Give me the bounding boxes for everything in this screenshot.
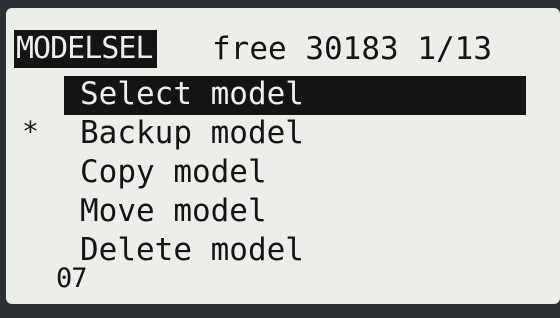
model-options-menu: Select model Backup model Copy model Mov… [64, 76, 526, 271]
display-bezel: MODELSEL free 30183 1/13 * Select model … [0, 0, 560, 318]
model-slot-number: 07 [56, 263, 88, 294]
menu-item-select-model[interactable]: Select model [64, 76, 526, 115]
menu-item-copy-model[interactable]: Copy model [64, 154, 526, 193]
header-bar: MODELSEL free 30183 1/13 [14, 30, 560, 70]
screen-title: MODELSEL [14, 30, 157, 68]
free-label: free [212, 31, 287, 67]
page-indicator: 1/13 [417, 31, 492, 67]
free-memory-value: 30183 [305, 31, 399, 67]
free-memory-info: free 30183 1/13 [212, 30, 492, 68]
current-model-marker: * [22, 115, 39, 148]
menu-item-delete-model[interactable]: Delete model [64, 232, 526, 271]
menu-item-move-model[interactable]: Move model [64, 193, 526, 232]
menu-item-backup-model[interactable]: Backup model [64, 115, 526, 154]
lcd-screen: MODELSEL free 30183 1/13 * Select model … [6, 8, 560, 304]
